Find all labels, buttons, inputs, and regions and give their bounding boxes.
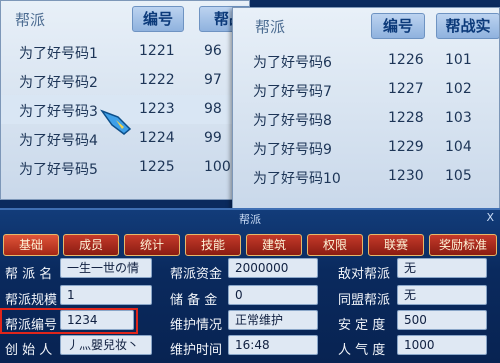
guild-name: 为了好号码8	[253, 113, 332, 129]
list-header: 帮派 编号 帮战	[1, 1, 249, 35]
label-stability: 安 定 度	[338, 318, 386, 333]
maintenance-time-field: 16:48	[228, 335, 318, 355]
guild-number: 1227	[388, 81, 424, 97]
guild-name-field: 一生一世の情	[60, 258, 152, 278]
guild-name: 为了好号码2	[19, 75, 98, 91]
guild-name: 为了好号码9	[253, 142, 332, 158]
tab-league[interactable]: 联赛	[368, 234, 424, 256]
guild-name: 为了好号码7	[253, 84, 332, 100]
label-guild-scale: 帮派规模	[5, 293, 58, 308]
guild-rank: 100	[204, 159, 231, 175]
tab-buildings[interactable]: 建筑	[246, 234, 302, 256]
list-row[interactable]: 为了好号码9 1229 104	[233, 133, 499, 162]
column-header-guild[interactable]: 帮派	[255, 16, 285, 37]
guild-name: 为了好号码1	[19, 46, 98, 62]
guild-rank: 99	[204, 130, 222, 146]
guild-rank: 105	[445, 168, 472, 184]
label-ally-guild: 同盟帮派	[338, 293, 391, 308]
guild-name: 为了好号码10	[253, 171, 341, 187]
guild-funds-field: 2000000	[228, 258, 318, 278]
tab-reward-standards[interactable]: 奖励标准	[429, 234, 497, 256]
list-row[interactable]: 为了好号码7 1227 102	[233, 75, 499, 104]
label-founder: 创 始 人	[5, 343, 53, 358]
guild-number: 1230	[388, 168, 424, 184]
guild-number: 1224	[139, 130, 175, 146]
guild-rank: 98	[204, 101, 222, 117]
list-row[interactable]: 为了好号码2 1222 97	[1, 66, 249, 95]
founder-field: 丿灬嬰兒妆丶	[60, 335, 152, 355]
column-header-number[interactable]: 编号	[132, 6, 184, 32]
guild-number: 1223	[139, 101, 175, 117]
label-guild-name: 帮 派 名	[5, 267, 53, 282]
tab-members[interactable]: 成员	[63, 234, 119, 256]
guild-list-panel-left: 帮派 编号 帮战 为了好号码1 1221 96 为了好号码2 1222 97 为…	[0, 0, 250, 200]
guild-rank: 96	[204, 43, 222, 59]
panel-title: 帮派	[239, 213, 261, 226]
stability-field: 500	[397, 310, 487, 330]
list-row[interactable]: 为了好号码1 1221 96	[1, 37, 249, 66]
cursor-icon	[100, 109, 132, 135]
list-header: 帮派 编号 帮战实	[233, 8, 499, 42]
tab-permissions[interactable]: 权限	[307, 234, 363, 256]
guild-number: 1225	[139, 159, 175, 175]
column-header-guild[interactable]: 帮派	[15, 9, 45, 30]
label-maintenance-time: 维护时间	[170, 343, 223, 358]
label-enemy-guild: 敌对帮派	[338, 267, 391, 282]
label-reserve: 储 备 金	[170, 293, 218, 308]
label-popularity: 人 气 度	[338, 343, 386, 358]
guild-rank: 102	[445, 81, 472, 97]
guild-number: 1228	[388, 110, 424, 126]
guild-name: 为了好号码6	[253, 55, 332, 71]
maintenance-field: 正常维护	[228, 310, 318, 330]
column-header-number[interactable]: 编号	[371, 13, 425, 39]
close-button[interactable]: X	[486, 211, 494, 224]
label-guild-funds: 帮派资金	[170, 267, 223, 282]
tab-basic[interactable]: 基础	[3, 234, 59, 256]
guild-name: 为了好号码3	[19, 104, 98, 120]
list-row[interactable]: 为了好号码6 1226 101	[233, 46, 499, 75]
guild-number: 1229	[388, 139, 424, 155]
guild-number: 1222	[139, 72, 175, 88]
ally-guild-field: 无	[397, 285, 487, 305]
guild-rank: 103	[445, 110, 472, 126]
guild-number: 1226	[388, 52, 424, 68]
guild-number: 1221	[139, 43, 175, 59]
popularity-field: 1000	[397, 335, 487, 355]
highlight-box	[0, 308, 138, 334]
guild-scale-field: 1	[60, 285, 152, 305]
guild-name: 为了好号码4	[19, 133, 98, 149]
tab-skills[interactable]: 技能	[185, 234, 241, 256]
reserve-field: 0	[228, 285, 318, 305]
label-maintenance: 维护情况	[170, 318, 223, 333]
list-row[interactable]: 为了好号码10 1230 105	[233, 162, 499, 191]
guild-rank: 97	[204, 72, 222, 88]
guild-name: 为了好号码5	[19, 162, 98, 178]
enemy-guild-field: 无	[397, 258, 487, 278]
column-header-rank[interactable]: 帮战实	[436, 13, 499, 39]
list-row[interactable]: 为了好号码8 1228 103	[233, 104, 499, 133]
tab-statistics[interactable]: 统计	[124, 234, 180, 256]
guild-rank: 101	[445, 52, 472, 68]
guild-rank: 104	[445, 139, 472, 155]
guild-list-panel-right: 帮派 编号 帮战实 为了好号码6 1226 101 为了好号码7 1227 10…	[232, 7, 500, 210]
list-row[interactable]: 为了好号码5 1225 100	[1, 153, 249, 182]
